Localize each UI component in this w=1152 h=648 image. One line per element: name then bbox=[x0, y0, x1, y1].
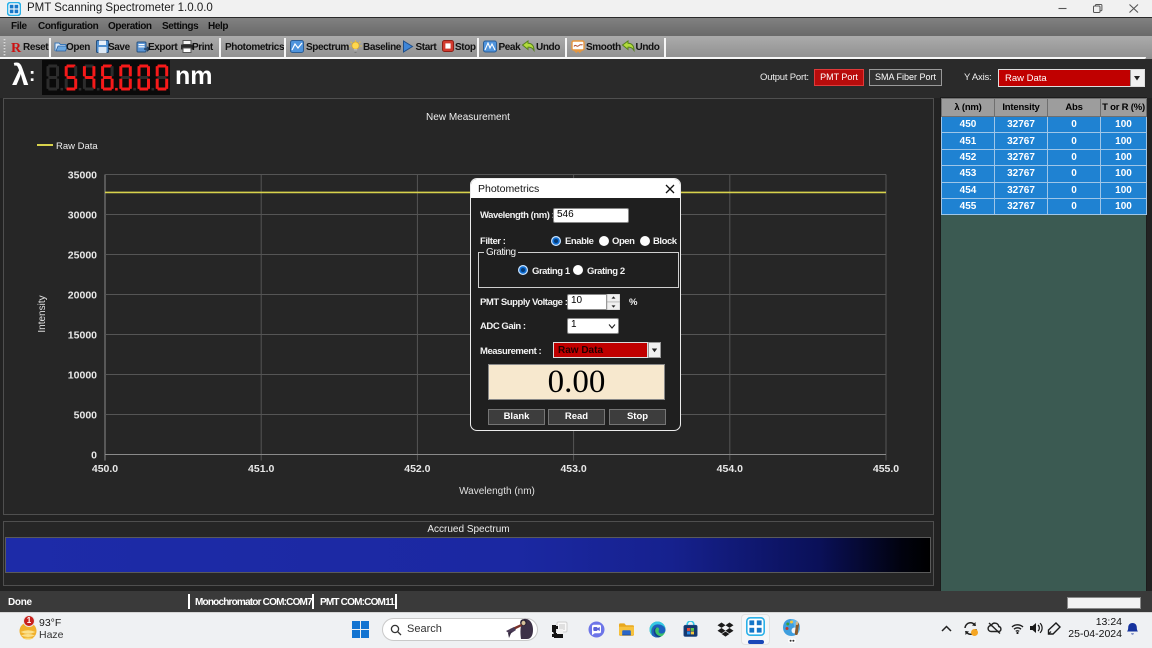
svg-text:25000: 25000 bbox=[68, 250, 97, 262]
svg-text:5000: 5000 bbox=[74, 410, 98, 422]
svg-text:35000: 35000 bbox=[68, 170, 97, 182]
svg-text:450.0: 450.0 bbox=[92, 463, 118, 475]
svg-text:15000: 15000 bbox=[68, 330, 97, 342]
svg-text:0: 0 bbox=[91, 450, 97, 462]
svg-text:20000: 20000 bbox=[68, 290, 97, 302]
svg-text:10000: 10000 bbox=[68, 370, 97, 382]
svg-text:454.0: 454.0 bbox=[717, 463, 743, 475]
svg-text:Intensity: Intensity bbox=[37, 295, 48, 332]
svg-text:R: R bbox=[11, 41, 22, 53]
svg-text:451.0: 451.0 bbox=[248, 463, 274, 475]
svg-text:455.0: 455.0 bbox=[873, 463, 899, 475]
svg-text:30000: 30000 bbox=[68, 210, 97, 222]
svg-text:452.0: 452.0 bbox=[404, 463, 430, 475]
svg-text:Raw Data: Raw Data bbox=[56, 141, 98, 152]
svg-text:453.0: 453.0 bbox=[560, 463, 586, 475]
svg-text:New Measurement: New Measurement bbox=[426, 112, 510, 123]
svg-text:Wavelength (nm): Wavelength (nm) bbox=[459, 486, 535, 497]
